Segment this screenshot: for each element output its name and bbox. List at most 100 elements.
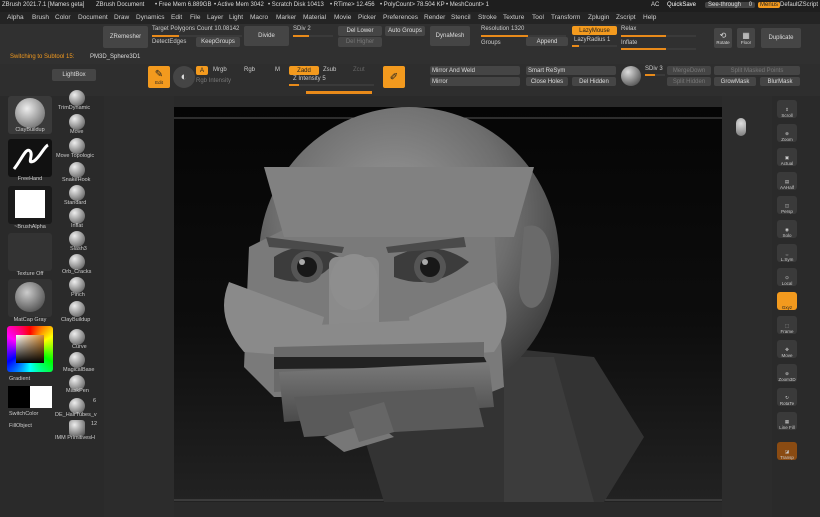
rotate-view-button[interactable]: ↻ RotaTe [777,388,797,406]
frame-button[interactable]: ⬚ Frame [777,316,797,334]
m-button[interactable]: M [275,67,280,73]
viewport-canvas[interactable] [174,107,722,502]
scroll-button[interactable]: ⇕ Scroll [777,100,797,118]
split-hidden-button[interactable]: Split Hidden [667,77,711,86]
inflate-button[interactable]: Inflate [621,40,637,46]
rgb-intensity-slider[interactable]: Rgb Intensity [196,78,231,84]
menu-movie[interactable]: Movie [334,14,351,21]
curve-brush-icon[interactable] [69,329,85,345]
zadd-button[interactable]: Zadd [289,66,319,75]
menu-color[interactable]: Color [55,14,71,21]
trimdynamic-brush-icon[interactable] [69,90,85,106]
z-intensity-track[interactable] [289,84,374,86]
keep-groups-button[interactable]: KeepGroups [196,37,240,47]
blur-mask-button[interactable]: BlurMask [760,77,800,86]
split-masked-button[interactable]: Split Masked Points [714,66,800,75]
inflat-brush-icon[interactable] [69,208,85,224]
sdiv-track[interactable] [293,35,333,37]
menu-edit[interactable]: Edit [171,14,182,21]
menu-zplugin[interactable]: Zplugin [588,14,609,21]
z-intensity-slider[interactable]: Z Intensity 5 [293,76,326,82]
lazyradius-slider[interactable]: LazyRadius 1 [574,37,610,43]
lazyradius-track[interactable] [572,45,617,47]
slash3-brush-icon[interactable] [69,231,85,247]
menu-stroke[interactable]: Stroke [478,14,497,21]
pinch-brush-icon[interactable] [69,277,85,293]
default-zscript[interactable]: DefaultZScript [780,2,818,8]
a-button[interactable]: A [196,66,208,75]
secondary-color-swatch[interactable] [30,386,52,408]
menu-help[interactable]: Help [643,14,656,21]
switch-color-button[interactable]: SwitchColor [9,411,38,417]
move-brush-icon[interactable] [69,114,85,130]
del-higher-button[interactable]: Del Higher [338,37,382,47]
mirror-weld-button[interactable]: Mirror And Weld [430,66,520,75]
lazymouse-button[interactable]: LazyMouse [572,26,617,35]
zoom3d-button[interactable]: ⊗ Zoom3D [777,364,797,382]
standard-brush-icon[interactable] [69,185,85,201]
menu-picker[interactable]: Picker [358,14,376,21]
menu-light[interactable]: Light [229,14,243,21]
material-button[interactable] [8,279,52,317]
menu-texture[interactable]: Texture [503,14,524,21]
gxyz-button[interactable]: Gxyz [777,292,797,310]
menu-file[interactable]: File [190,14,200,21]
quicksave-button[interactable]: QuickSave [667,2,696,8]
sdiv-slider[interactable]: SDiv 2 [293,26,311,32]
claybuildup-brush-small-icon[interactable] [69,301,85,317]
target-polygons-slider[interactable]: Target Polygons Count 10.08142 [152,26,239,32]
persp-button[interactable]: ◫ Persp [777,196,797,214]
solo-button[interactable]: ◉ Solo [777,220,797,238]
stroke-type-button[interactable] [8,139,52,177]
draw-mode-button[interactable]: ◐ [173,66,195,88]
move-topologic-brush-icon[interactable] [69,138,85,154]
menu-macro[interactable]: Macro [250,14,268,21]
orb-cracks-brush-icon[interactable] [69,254,85,270]
mrgb-button[interactable]: Mrgb [213,67,227,73]
material-sphere-icon[interactable] [621,66,641,86]
zcut-button[interactable]: Zcut [353,67,365,73]
menu-layer[interactable]: Layer [207,14,223,21]
alpha-button[interactable] [8,186,52,224]
auto-groups-button[interactable]: Auto Groups [385,26,425,36]
see-through-slider[interactable]: See-through 0 [705,2,756,8]
menu-alpha[interactable]: Alpha [7,14,24,21]
smart-resym-button[interactable]: Smart ReSym [526,66,616,75]
menu-render[interactable]: Render [424,14,445,21]
lsym-button[interactable]: ⇔ L.Sym [777,244,797,262]
actual-button[interactable]: ▣ Actual [777,148,797,166]
groups-button[interactable]: Groups [481,40,501,46]
imm-primitives-brush-icon[interactable] [69,420,85,436]
append-button[interactable]: Append [526,37,568,46]
detect-edges-button[interactable]: DetectEdges [152,39,186,45]
stroke-button[interactable]: ✐ [383,66,405,88]
menu-brush[interactable]: Brush [32,14,49,21]
line-fill-button[interactable]: ▦ Line Fill [777,412,797,430]
menu-preferences[interactable]: Preferences [383,14,418,21]
menu-zscript[interactable]: Zscript [616,14,636,21]
menu-transform[interactable]: Transform [551,14,580,21]
close-holes-button[interactable]: Close Holes [526,77,568,86]
fill-object-button[interactable]: FillObject [9,423,32,429]
aahalf-button[interactable]: ▤ AAHalf [777,172,797,190]
texture-button[interactable] [8,233,52,271]
relax-track[interactable] [621,35,696,37]
mirror-button[interactable]: Mirror [430,77,520,86]
zsub-button[interactable]: Zsub [323,67,336,73]
del-lower-button[interactable]: Del Lower [338,26,382,36]
edit-button[interactable]: ✎ Edit [148,66,170,88]
relax-button[interactable]: Relax [621,26,636,32]
menu-tool[interactable]: Tool [532,14,544,21]
rotate-button[interactable]: ⟲ Rotate [714,28,732,48]
navigation-head-icon[interactable] [736,118,746,136]
sdiv3-slider[interactable]: SDiv 3 [645,66,663,72]
divide-button[interactable]: Divide [244,26,289,46]
merge-down-button[interactable]: MergeDown [667,66,711,75]
menu-marker[interactable]: Marker [276,14,296,21]
lightbox-button[interactable]: LightBox [52,69,96,81]
color-picker[interactable] [7,326,53,372]
duplicate-button[interactable]: Duplicate [761,28,801,48]
magicalbase-brush-icon[interactable] [69,352,85,368]
resolution-slider[interactable]: Resolution 1320 [481,26,524,32]
sdiv3-track[interactable] [645,74,665,76]
